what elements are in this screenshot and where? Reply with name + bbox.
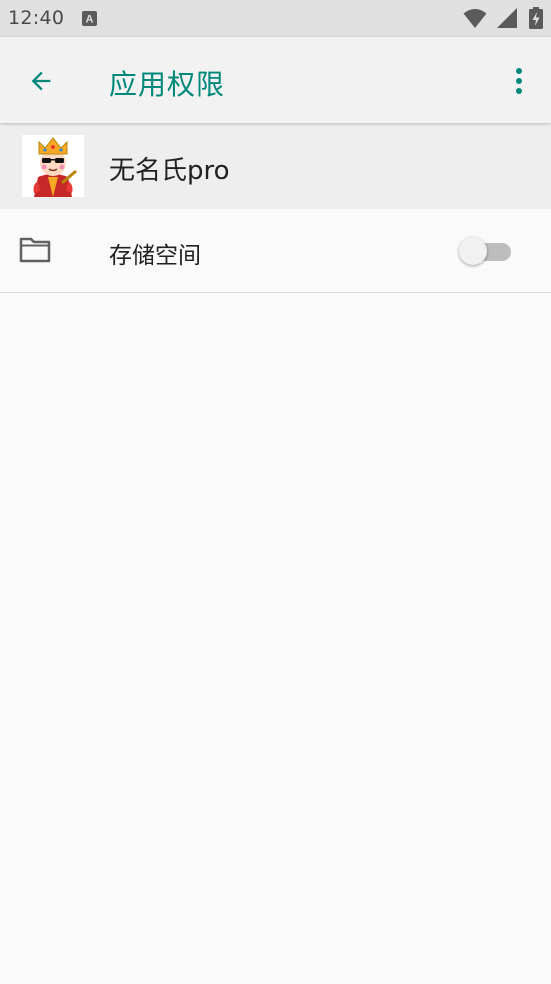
cell-signal-icon: [497, 8, 517, 28]
wifi-icon: [463, 9, 487, 28]
app-name: 无名氏pro: [109, 156, 230, 186]
toggle-thumb: [459, 237, 487, 265]
status-bar: 12:40 A: [0, 0, 551, 37]
storage-permission-toggle[interactable]: [459, 235, 513, 265]
app-header-row: 无名氏pro: [0, 123, 551, 209]
permission-label: 存储空间: [109, 243, 201, 269]
battery-charging-icon: [529, 7, 543, 29]
back-arrow-icon: [31, 71, 51, 91]
more-options-button[interactable]: [501, 58, 537, 104]
permission-row-storage[interactable]: 存储空间: [0, 209, 551, 293]
folder-icon: [19, 237, 51, 263]
status-time: 12:40: [8, 7, 65, 29]
page-title: 应用权限: [109, 68, 226, 101]
app-avatar: [22, 135, 84, 197]
more-vert-icon: [516, 68, 522, 94]
app-toolbar: 应用权限: [0, 37, 551, 123]
font-notification-icon: A: [82, 11, 97, 26]
back-button[interactable]: [18, 58, 64, 104]
svg-text:A: A: [86, 14, 94, 26]
